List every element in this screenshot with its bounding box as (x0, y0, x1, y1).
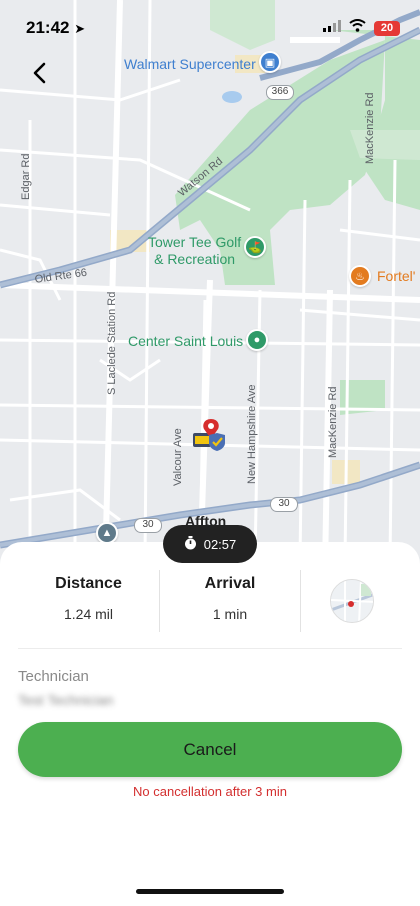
map-thumbnail[interactable] (329, 579, 374, 623)
golf-icon[interactable]: ⛳ (244, 236, 266, 258)
street-mackenzie-bottom: MacKenzie Rd (327, 386, 339, 458)
arrival-value: 1 min (212, 606, 248, 622)
route-366-shield: 366 (266, 85, 294, 100)
status-bar: 21:42 ➤ 20 (0, 0, 420, 54)
technician-name: Test Technician (18, 692, 114, 708)
shopping-bag-icon[interactable]: ▣ (259, 51, 281, 73)
chevron-left-icon (33, 62, 46, 84)
place-icon[interactable]: ● (246, 329, 268, 351)
poi-walmart-label[interactable]: Walmart Supercenter (124, 56, 256, 72)
stopwatch-icon (184, 535, 197, 553)
home-indicator[interactable] (136, 889, 284, 894)
timer-value: 02:57 (203, 536, 237, 552)
street-new-hampshire: New Hampshire Ave (246, 384, 258, 484)
distance-label: Distance (55, 575, 122, 592)
landmark-icon[interactable]: ▲ (96, 522, 118, 544)
distance-value: 1.24 mil (63, 606, 114, 622)
restaurant-icon[interactable]: ♨ (349, 265, 371, 287)
cancel-button[interactable]: Cancel (18, 722, 402, 777)
distance-stat: Distance 1.24 mil (18, 570, 159, 632)
poi-fortel-label[interactable]: Fortel' (377, 268, 415, 284)
trip-stats: Distance 1.24 mil Arrival 1 min (18, 570, 402, 632)
technician-label: Technician (18, 668, 89, 685)
technician-location-marker-icon[interactable] (191, 415, 229, 453)
route-30-shield-right: 30 (270, 497, 298, 512)
map-view[interactable]: Walmart Supercenter ▣ Tower Tee Golf & R… (0, 0, 420, 570)
battery-icon: 20 (374, 20, 400, 36)
map-thumbnail-cell (300, 570, 402, 632)
status-icons: 20 (323, 19, 400, 37)
status-time: 21:42 ➤ (26, 18, 85, 38)
street-s-laclede: S Laclede Station Rd (106, 291, 118, 395)
route-30-shield-left: 30 (134, 518, 162, 533)
cellular-signal-icon (323, 19, 341, 37)
poi-tower-tee-label[interactable]: Tower Tee Golf & Recreation (148, 234, 241, 268)
street-valcour: Valcour Ave (172, 428, 184, 486)
location-arrow-icon: ➤ (74, 21, 86, 36)
arrival-label: Arrival (204, 575, 256, 592)
street-mackenzie-top: MacKenzie Rd (364, 92, 376, 164)
street-edgar-rd: Edgar Rd (20, 153, 32, 200)
back-button[interactable] (24, 58, 54, 88)
arrival-stat: Arrival 1 min (159, 570, 300, 632)
wifi-icon (349, 19, 366, 37)
divider (18, 648, 402, 649)
timer-pill: 02:57 (163, 525, 257, 563)
cancellation-notice: No cancellation after 3 min (133, 784, 287, 799)
poi-center-saint-louis-label[interactable]: Center Saint Louis (128, 333, 243, 349)
status-time-text: 21:42 (26, 18, 70, 37)
